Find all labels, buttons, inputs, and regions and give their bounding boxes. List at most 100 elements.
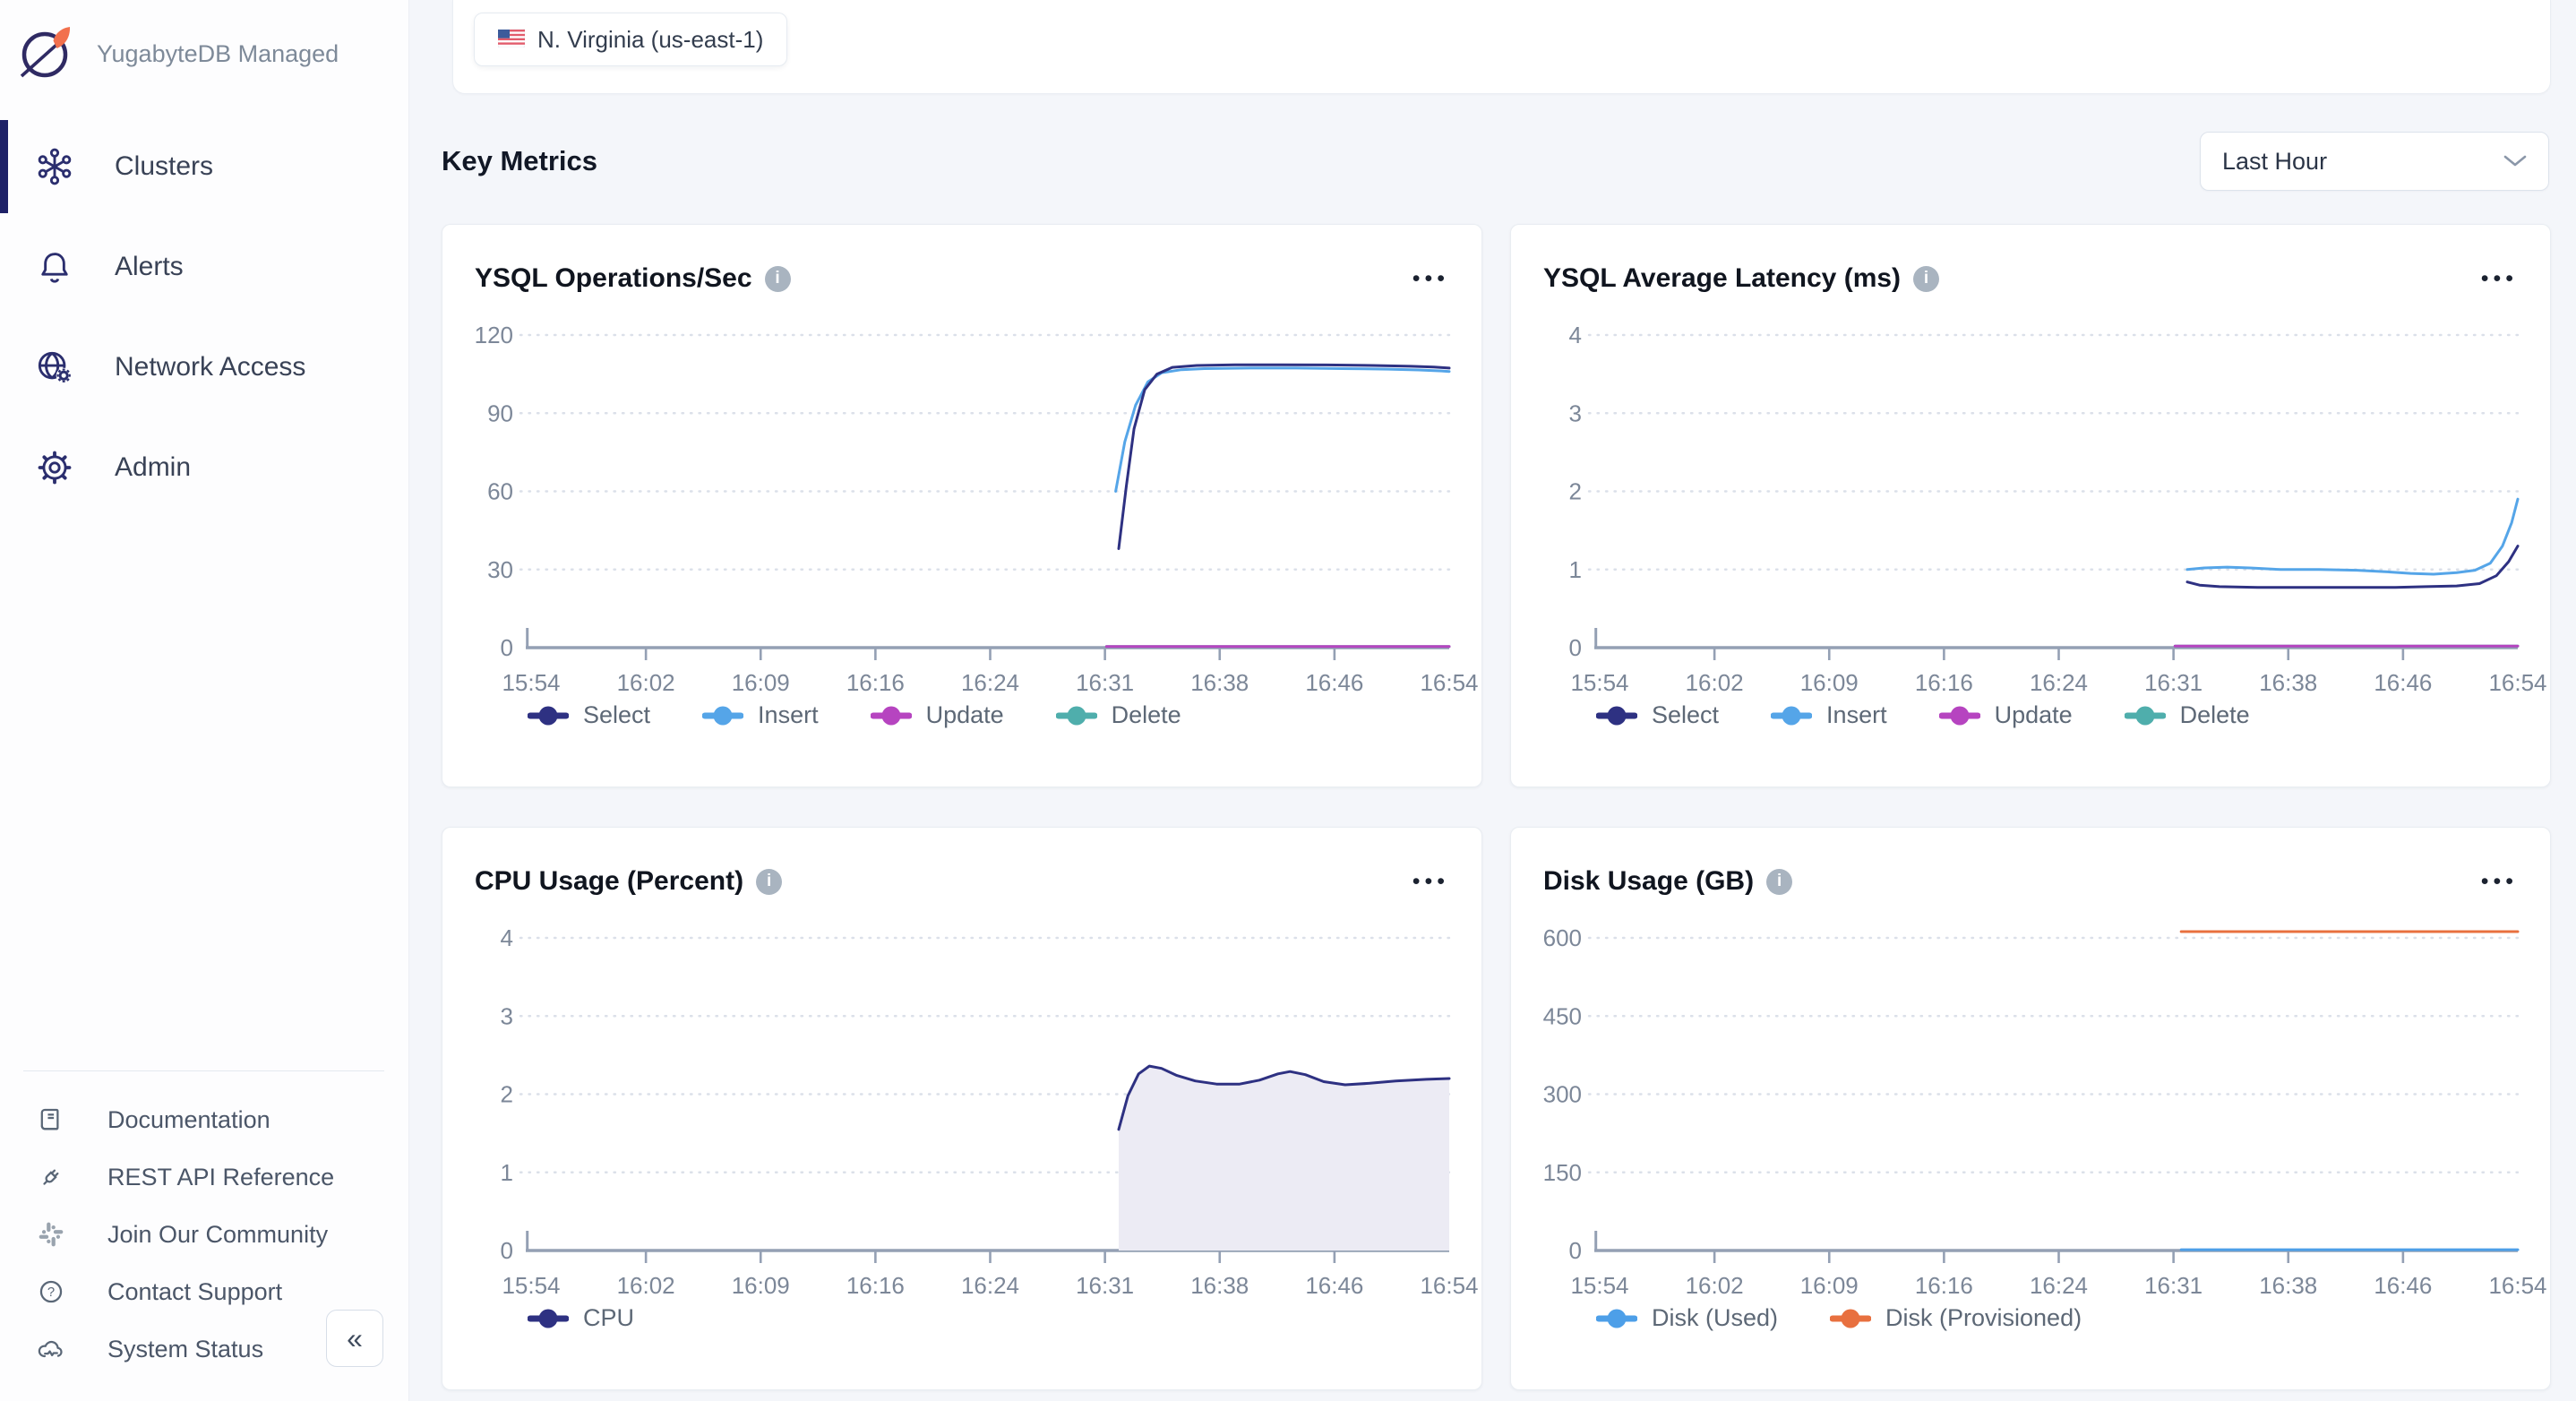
chart-ysql-operations[interactable]: 030609012015:5416:0216:0916:1616:2416:31… xyxy=(442,305,1482,700)
legend-item[interactable]: Disk (Used) xyxy=(1596,1304,1778,1332)
info-icon[interactable]: i xyxy=(1766,869,1792,895)
more-menu-icon[interactable]: ••• xyxy=(1413,871,1449,893)
chevron-down-icon xyxy=(2503,155,2527,168)
svg-text:15:54: 15:54 xyxy=(1570,669,1628,696)
legend-marker-icon xyxy=(2125,705,2166,726)
legend-item[interactable]: Insert xyxy=(702,701,819,729)
svg-text:16:02: 16:02 xyxy=(617,1272,675,1299)
svg-text:?: ? xyxy=(47,1285,55,1300)
card-header: YSQL Operations/Sec i ••• xyxy=(442,225,1481,305)
svg-text:15:54: 15:54 xyxy=(502,669,560,696)
gear-icon xyxy=(34,447,75,488)
svg-text:16:16: 16:16 xyxy=(1915,1272,1973,1299)
svg-text:16:54: 16:54 xyxy=(1420,1272,1478,1299)
metrics-grid: YSQL Operations/Sec i ••• 030609012015:5… xyxy=(442,224,2551,1390)
legend-item[interactable]: Update xyxy=(871,701,1004,729)
brand-logo[interactable]: YugabyteDB Managed xyxy=(0,0,408,93)
sidebar-item-label: Clusters xyxy=(115,151,213,182)
region-chip[interactable]: N. Virginia (us-east-1) xyxy=(474,13,787,66)
metrics-header: Key Metrics Last Hour xyxy=(442,132,2549,191)
region-chip-label: N. Virginia (us-east-1) xyxy=(537,26,763,54)
clusters-icon xyxy=(34,146,75,187)
legend-item[interactable]: Delete xyxy=(1056,701,1181,729)
sidebar-nav: Clusters Alerts xyxy=(0,116,408,518)
svg-text:300: 300 xyxy=(1543,1081,1582,1108)
svg-text:16:31: 16:31 xyxy=(1076,1272,1134,1299)
brand-name: YugabyteDB Managed xyxy=(97,40,339,68)
sidebar-item-label: Join Our Community xyxy=(107,1221,328,1249)
svg-text:90: 90 xyxy=(487,400,513,426)
svg-text:16:24: 16:24 xyxy=(2030,669,2088,696)
svg-text:16:24: 16:24 xyxy=(961,1272,1019,1299)
legend-label: Delete xyxy=(2180,701,2250,729)
svg-text:16:38: 16:38 xyxy=(2259,669,2317,696)
svg-text:16:46: 16:46 xyxy=(2374,669,2432,696)
legend-label: Disk (Provisioned) xyxy=(1885,1304,2082,1332)
svg-text:4: 4 xyxy=(501,924,513,951)
sidebar-item-label: REST API Reference xyxy=(107,1164,334,1191)
svg-text:16:38: 16:38 xyxy=(2259,1272,2317,1299)
legend-item[interactable]: Select xyxy=(528,701,650,729)
question-circle-icon: ? xyxy=(36,1276,66,1307)
legend-item[interactable]: CPU xyxy=(528,1304,634,1332)
svg-text:150: 150 xyxy=(1543,1159,1582,1186)
svg-text:60: 60 xyxy=(487,478,513,505)
svg-text:16:31: 16:31 xyxy=(2144,669,2202,696)
svg-text:16:38: 16:38 xyxy=(1190,669,1249,696)
more-menu-icon[interactable]: ••• xyxy=(2481,268,2518,290)
card-header: YSQL Average Latency (ms) i ••• xyxy=(1511,225,2550,305)
divider xyxy=(23,1070,384,1071)
app-root: YugabyteDB Managed Clusters xyxy=(0,0,2576,1401)
svg-text:16:46: 16:46 xyxy=(1305,669,1363,696)
more-menu-icon[interactable]: ••• xyxy=(1413,268,1449,290)
legend-marker-icon xyxy=(1830,1308,1871,1329)
sidebar-item-documentation[interactable]: Documentation xyxy=(23,1091,384,1148)
time-range-select[interactable]: Last Hour xyxy=(2200,132,2549,191)
chart-title: CPU Usage (Percent) xyxy=(475,866,743,897)
legend-label: Select xyxy=(1652,701,1719,729)
legend-label: Update xyxy=(1995,701,2073,729)
sidebar-item-label: Network Access xyxy=(115,352,305,382)
svg-text:16:09: 16:09 xyxy=(732,669,790,696)
page-title: Key Metrics xyxy=(442,145,597,177)
active-indicator xyxy=(0,120,8,213)
legend-item[interactable]: Disk (Provisioned) xyxy=(1830,1304,2082,1332)
legend-item[interactable]: Update xyxy=(1939,701,2073,729)
chart-disk-usage[interactable]: 015030045060015:5416:0216:0916:1616:2416… xyxy=(1511,908,2551,1302)
more-menu-icon[interactable]: ••• xyxy=(2481,871,2518,893)
legend-label: Insert xyxy=(1826,701,1887,729)
legend-label: Disk (Used) xyxy=(1652,1304,1778,1332)
svg-text:3: 3 xyxy=(1569,400,1582,426)
info-icon[interactable]: i xyxy=(756,869,782,895)
svg-text:2: 2 xyxy=(501,1081,513,1108)
svg-text:0: 0 xyxy=(501,634,513,661)
legend-item[interactable]: Delete xyxy=(2125,701,2250,729)
legend-item[interactable]: Insert xyxy=(1771,701,1887,729)
chart-legend: Disk (Used) Disk (Provisioned) xyxy=(1511,1304,2550,1332)
yugabyte-logo-icon xyxy=(16,21,77,87)
sidebar-item-network-access[interactable]: Network Access xyxy=(0,317,408,417)
svg-text:16:54: 16:54 xyxy=(2488,669,2546,696)
bell-icon xyxy=(34,246,75,288)
info-icon[interactable]: i xyxy=(1913,266,1939,292)
us-flag-icon xyxy=(498,26,525,54)
chart-ysql-latency[interactable]: 0123415:5416:0216:0916:1616:2416:3116:38… xyxy=(1511,305,2551,700)
sidebar-item-alerts[interactable]: Alerts xyxy=(0,217,408,317)
svg-text:16:02: 16:02 xyxy=(1686,1272,1744,1299)
sidebar-item-clusters[interactable]: Clusters xyxy=(0,116,408,217)
plug-icon xyxy=(36,1162,66,1192)
svg-text:0: 0 xyxy=(501,1237,513,1264)
svg-text:16:09: 16:09 xyxy=(1800,1272,1859,1299)
sidebar-item-admin[interactable]: Admin xyxy=(0,417,408,518)
svg-text:30: 30 xyxy=(487,556,513,583)
sidebar-item-label: Contact Support xyxy=(107,1278,282,1306)
chart-cpu-usage[interactable]: 0123415:5416:0216:0916:1616:2416:3116:38… xyxy=(442,908,1482,1302)
sidebar-collapse-button[interactable]: « xyxy=(326,1310,383,1367)
sidebar-item-rest-api-reference[interactable]: REST API Reference xyxy=(23,1148,384,1206)
slack-icon xyxy=(36,1219,66,1250)
info-icon[interactable]: i xyxy=(765,266,791,292)
legend-item[interactable]: Select xyxy=(1596,701,1719,729)
card-cpu-usage: CPU Usage (Percent) i ••• 0123415:5416:0… xyxy=(442,827,1482,1390)
legend-marker-icon xyxy=(1056,705,1097,726)
sidebar-item-join-our-community[interactable]: Join Our Community xyxy=(23,1206,384,1263)
